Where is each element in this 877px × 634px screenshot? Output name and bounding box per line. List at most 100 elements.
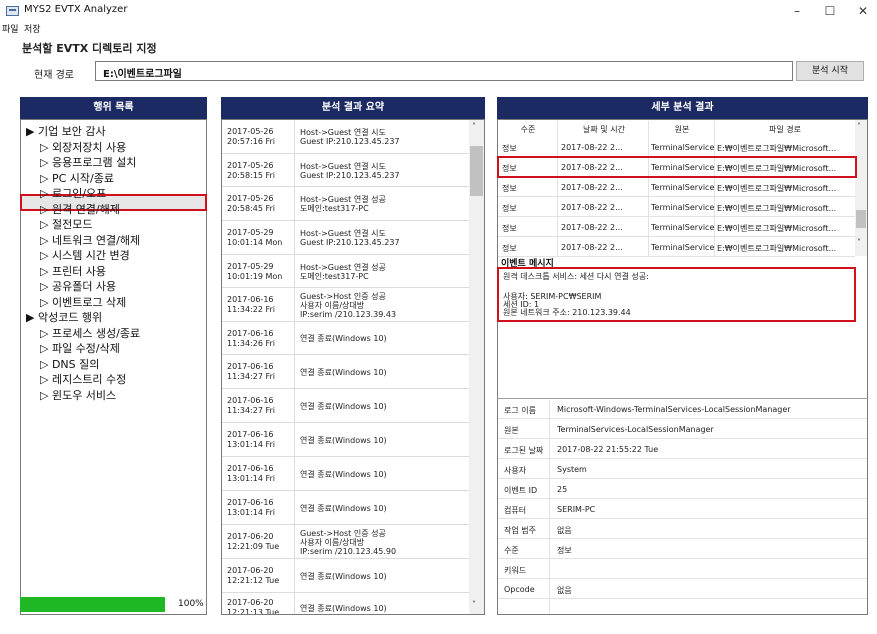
property-name: 원본 xyxy=(504,426,519,435)
tree-item[interactable]: ▷ 시스템 시간 변경 xyxy=(40,247,130,263)
description-line: 연결 종료(Windows 10) xyxy=(300,334,387,343)
summary-row[interactable]: 2017-06-16 11:34:26 Fri 연결 종료(Windows 10) xyxy=(222,322,469,355)
row-separator xyxy=(294,559,295,592)
detail-scroll-thumb[interactable] xyxy=(856,210,866,228)
summary-row[interactable]: 2017-06-20 12:21:09 Tue Guest->Host 인증 성공 사… xyxy=(222,525,469,559)
summary-row[interactable]: 2017-06-16 13:01:14 Fri 연결 종료(Windows 10) xyxy=(222,423,469,457)
path-input[interactable] xyxy=(95,61,793,81)
summary-row[interactable]: 2017-06-16 11:34:27 Fri 연결 종료(Windows 10) xyxy=(222,389,469,423)
date: 2017-06-16 xyxy=(227,295,274,304)
path-value: E:\이벤트로그파일 xyxy=(103,69,182,80)
menu-save[interactable]: 저장 xyxy=(24,22,41,35)
tree-item[interactable]: ▷ 네트워크 연결/해제 xyxy=(40,232,140,248)
tree-group[interactable]: ▶ 악성코드 행위 xyxy=(26,309,102,325)
column-header[interactable]: 파일 경로 xyxy=(716,124,854,135)
summary-row[interactable]: 2017-05-26 20:58:45 Fri Host->Guest 연결 성공 도… xyxy=(222,187,469,221)
menu-file[interactable]: 파일 xyxy=(2,22,19,35)
summary-description: Host->Guest 연결 시도 Guest IP:210.123.45.237 xyxy=(300,229,400,247)
time: 20:58:45 Fri xyxy=(227,204,276,213)
description-line: 연결 종료(Windows 10) xyxy=(300,603,387,613)
tree-item[interactable]: ▷ 윈도우 서비스 xyxy=(40,387,116,403)
maximize-button[interactable]: ☐ xyxy=(815,0,845,22)
event-cell: 2017-08-22 2... xyxy=(561,183,623,192)
summary-row[interactable]: 2017-06-20 12:21:13 Tue 연결 종료(Windows 10) xyxy=(222,593,469,614)
minimize-button[interactable]: – xyxy=(782,0,812,22)
tree-item[interactable]: ▷ 파일 수정/삭제 xyxy=(40,340,120,356)
tree-item[interactable]: ▷ PC 시작/종료 xyxy=(40,170,114,186)
description-line: Host->Guest 연결 시도 xyxy=(300,229,386,238)
property-row-line xyxy=(498,518,867,519)
detail-scroll-down-icon[interactable]: ˅ xyxy=(857,238,861,247)
summary-row[interactable]: 2017-06-16 11:34:22 Fri Guest->Host 인증 성공 사… xyxy=(222,288,469,322)
description-line: 연결 종료(Windows 10) xyxy=(300,503,387,513)
evtx-analyzer-window: MYS2 EVTX Analyzer – ☐ ✕ 파일 저장 분석할 EVTX … xyxy=(0,0,877,634)
property-name: 사용자 xyxy=(504,466,527,475)
tree-item[interactable]: ▷ 프린터 사용 xyxy=(40,263,106,279)
date: 2017-06-20 xyxy=(227,598,274,607)
event-cell: E:₩이벤트로그파일₩Microsoft... xyxy=(717,204,837,213)
close-button[interactable]: ✕ xyxy=(848,0,877,22)
tree-item[interactable]: ▷ 이벤트로그 삭제 xyxy=(40,294,126,310)
column-header[interactable]: 날짜 및 시간 xyxy=(560,124,648,135)
tree-item[interactable]: ▷ 레지스트리 수정 xyxy=(40,371,126,387)
date: 2017-06-16 xyxy=(227,498,274,507)
tree-item[interactable]: ▷ 공유폴더 사용 xyxy=(40,278,116,294)
description-line: Guest IP:210.123.45.237 xyxy=(300,170,400,180)
start-analysis-button[interactable]: 분석 시작 xyxy=(796,61,864,81)
summary-row[interactable]: 2017-05-29 10:01:19 Mon Host->Guest 연결 성공 도… xyxy=(222,255,469,288)
tree-item[interactable]: ▷ 원격 연결/해제 xyxy=(40,201,120,217)
tree-item[interactable]: ▷ 절전모드 xyxy=(40,216,92,232)
summary-row[interactable]: 2017-05-26 20:57:16 Fri Host->Guest 연결 시도 G… xyxy=(222,120,469,154)
column-header[interactable]: 수준 xyxy=(503,124,553,135)
tree-item[interactable]: ▷ 응용프로그램 설치 xyxy=(40,154,136,170)
title-bar xyxy=(0,0,877,22)
summary-row[interactable]: 2017-05-29 10:01:14 Mon Host->Guest 연결 시도 G… xyxy=(222,221,469,255)
property-name: 키워드 xyxy=(504,566,527,575)
event-row[interactable]: 정보 2017-08-22 2... TerminalService... E:₩이벤… xyxy=(498,177,855,197)
time: 13:01:14 Fri xyxy=(227,508,276,517)
summary-description: 연결 종료(Windows 10) xyxy=(300,604,387,613)
summary-description: Host->Guest 연결 시도 Guest IP:210.123.45.237 xyxy=(300,128,400,146)
event-cell: 정보 xyxy=(502,204,517,213)
property-value: System xyxy=(557,465,587,474)
date: 2017-05-26 xyxy=(227,127,274,136)
scroll-down-icon[interactable]: ˅ xyxy=(472,600,476,609)
summary-description: Host->Guest 연결 성공 도메인:test317-PC xyxy=(300,195,386,213)
property-row-line xyxy=(498,458,867,459)
summary-row[interactable]: 2017-06-20 12:21:12 Tue 연결 종료(Windows 10) xyxy=(222,559,469,593)
scroll-up-icon[interactable]: ˄ xyxy=(472,122,476,131)
summary-row[interactable]: 2017-06-16 13:01:14 Fri 연결 종료(Windows 10) xyxy=(222,491,469,525)
summary-row[interactable]: 2017-06-16 11:34:27 Fri 연결 종료(Windows 10) xyxy=(222,355,469,389)
tree-item[interactable]: ▷ 외장저장치 사용 xyxy=(40,139,126,155)
summary-header: 분석 결과 요약 xyxy=(221,97,485,119)
panel-divider xyxy=(497,398,868,399)
event-row[interactable]: 정보 2017-08-22 2... TerminalService... E:₩이벤… xyxy=(498,137,855,157)
property-value: 25 xyxy=(557,485,568,494)
description-line: Host->Guest 연결 성공 xyxy=(300,262,386,272)
row-separator xyxy=(294,288,295,321)
tree-item[interactable]: ▷ DNS 질의 xyxy=(40,356,99,372)
event-row[interactable]: 정보 2017-08-22 2... TerminalService... E:₩이벤… xyxy=(498,217,855,237)
detail-scrollbar[interactable] xyxy=(855,120,867,256)
summary-scroll-thumb[interactable] xyxy=(470,146,483,196)
summary-row[interactable]: 2017-05-26 20:58:15 Fri Host->Guest 연결 시도 G… xyxy=(222,154,469,187)
property-row-line xyxy=(498,558,867,559)
summary-row[interactable]: 2017-06-16 13:01:14 Fri 연결 종료(Windows 10) xyxy=(222,457,469,491)
time: 10:01:14 Mon xyxy=(227,238,283,247)
summary-description: 연결 종료(Windows 10) xyxy=(300,334,387,343)
detail-scroll-up-icon[interactable]: ˄ xyxy=(857,122,861,131)
tree-group[interactable]: ▶ 기업 보안 감사 xyxy=(26,123,106,139)
row-separator xyxy=(294,221,295,254)
row-separator xyxy=(294,187,295,220)
summary-description: 연결 종료(Windows 10) xyxy=(300,368,387,377)
description-line: Host->Guest 연결 성공 xyxy=(300,195,386,204)
column-header[interactable]: 원본 xyxy=(650,124,714,135)
event-row[interactable]: 정보 2017-08-22 2... TerminalService... E:₩이벤… xyxy=(498,197,855,217)
event-row[interactable]: 정보 2017-08-22 2... TerminalService... E:₩이벤… xyxy=(498,237,855,257)
date: 2017-06-16 xyxy=(227,464,274,473)
date: 2017-05-29 xyxy=(227,228,274,237)
summary-description: 연결 종료(Windows 10) xyxy=(300,504,387,513)
row-separator xyxy=(294,593,295,614)
tree-item[interactable]: ▷ 프로세스 생성/종료 xyxy=(40,325,140,341)
tree-item[interactable]: ▷ 로그인/오프 xyxy=(40,185,106,201)
